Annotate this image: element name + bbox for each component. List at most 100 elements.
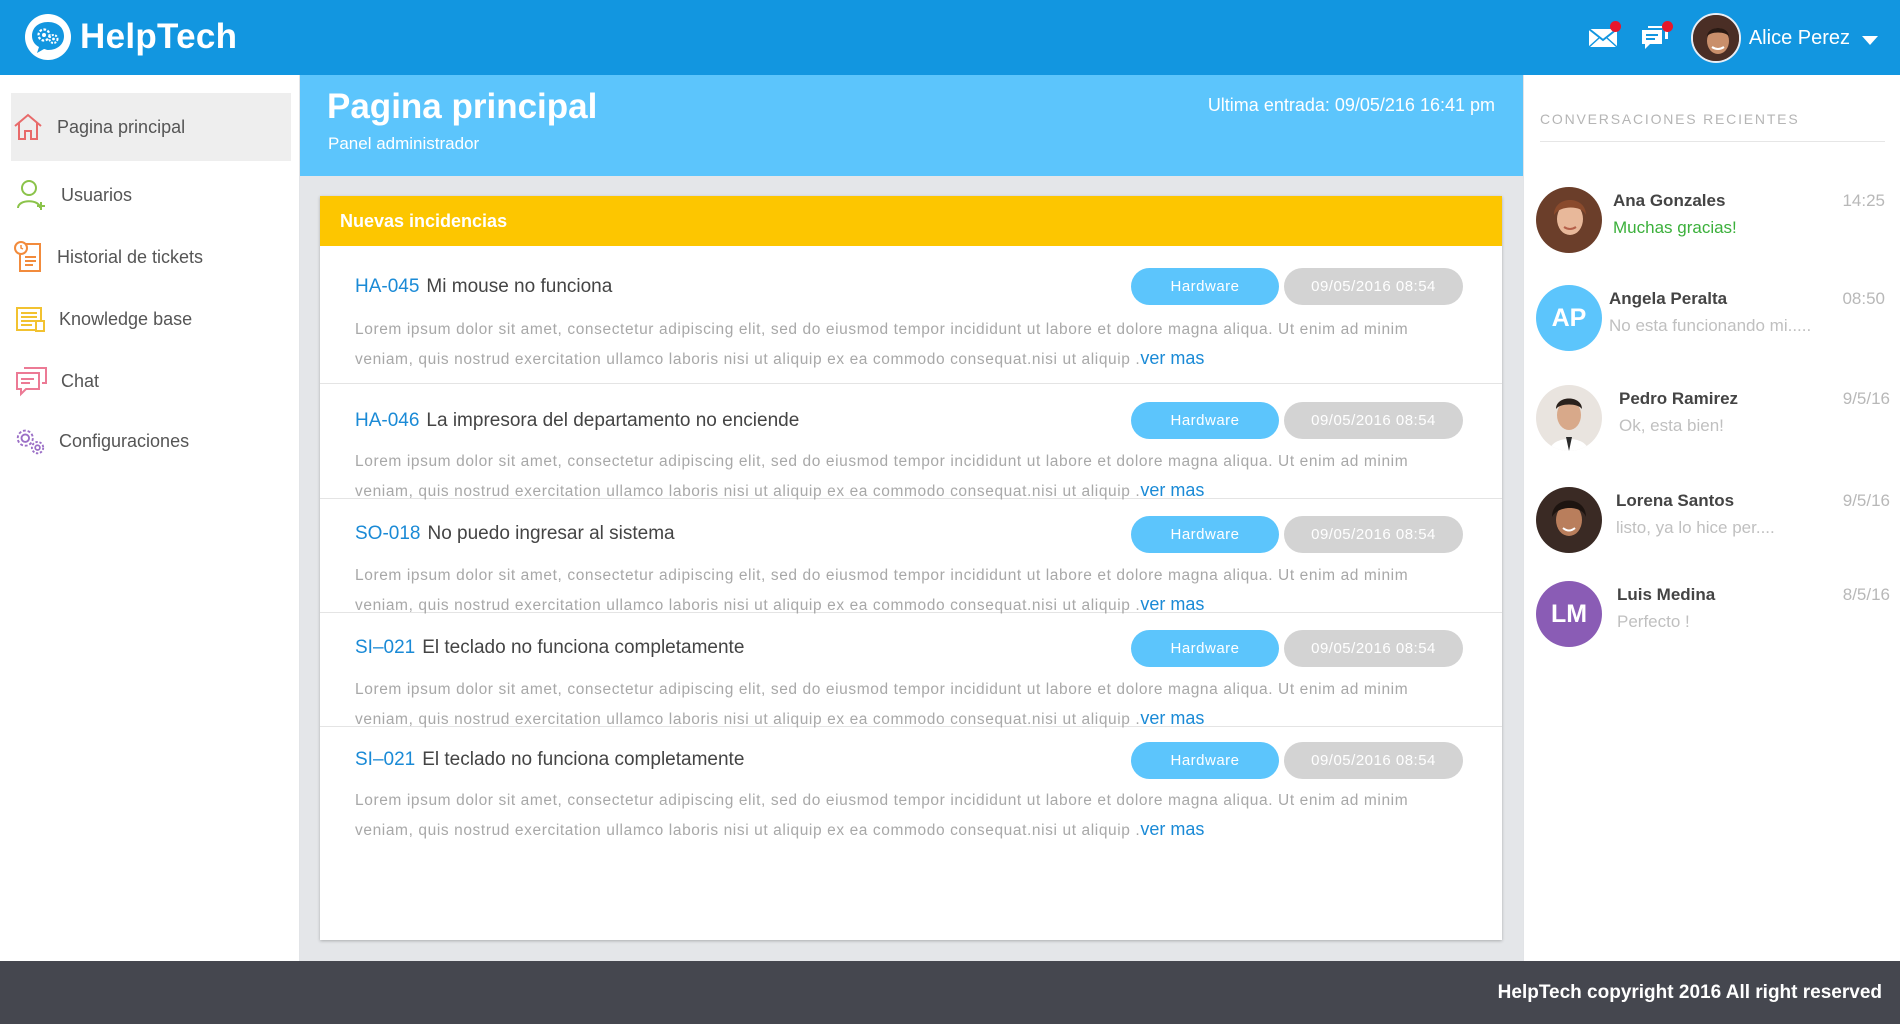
date-badge: 09/05/2016 08:54 (1284, 516, 1463, 553)
chevron-down-icon[interactable] (1862, 35, 1878, 45)
ticket-description: Lorem ipsum dolor sit amet, consectetur … (355, 316, 1463, 374)
ticket-title: SI–021 El teclado no funciona completamen… (355, 637, 744, 659)
date-badge: 09/05/2016 08:54 (1284, 742, 1463, 779)
recent-conversations-panel: CONVERSACIONES RECIENTES Ana Gonzales Mu… (1523, 75, 1900, 961)
mail-icon[interactable] (1585, 20, 1621, 56)
conversation-message: Ok, esta bien! (1619, 416, 1724, 435)
ticket-tags: Hardware 09/05/2016 08:54 (1131, 630, 1463, 667)
sidebar-item-label: Historial de tickets (57, 246, 204, 267)
ticket-description: Lorem ipsum dolor sit amet, consectetur … (355, 787, 1463, 845)
ticket-name: El teclado no funciona completamente (422, 637, 745, 658)
ticket-description-text: Lorem ipsum dolor sit amet, consectetur … (355, 453, 1409, 500)
ticket-tags: Hardware 09/05/2016 08:54 (1131, 402, 1463, 439)
conversation-message: Perfecto ! (1617, 612, 1690, 631)
conversation-name: Luis Medina (1617, 585, 1716, 604)
ver-mas-link[interactable]: ver mas (1140, 594, 1204, 614)
sidebar-item-chat[interactable]: Chat (11, 347, 291, 415)
ticket-title: HA-046 La impresora del departamento no e… (355, 410, 799, 432)
category-badge: Hardware (1131, 516, 1279, 553)
sidebar-item-label: Usuarios (61, 184, 133, 205)
ver-mas-link[interactable]: ver mas (1140, 708, 1204, 728)
ticket-description: Lorem ipsum dolor sit amet, consectetur … (355, 676, 1463, 734)
category-badge: Hardware (1131, 742, 1279, 779)
ticket-row[interactable]: HA-046 La impresora del departamento no e… (320, 384, 1502, 500)
sidebar-item-settings[interactable]: Configuraciones (11, 407, 291, 475)
ticket-name: El teclado no funciona completamente (422, 749, 745, 770)
chat-notification-dot (1661, 21, 1673, 32)
ticket-code[interactable]: HA-045 (355, 276, 419, 297)
page-subtitle: Panel administrador (328, 134, 480, 153)
ticket-tags: Hardware 09/05/2016 08:54 (1131, 742, 1463, 779)
ver-mas-link[interactable]: ver mas (1140, 348, 1204, 368)
ticket-row[interactable]: SO-018 No puedo ingresar al sistema Hardw… (320, 499, 1502, 614)
sidebar-item-home[interactable]: Pagina principal (11, 93, 291, 161)
conversation-time: 9/5/16 (1842, 491, 1890, 510)
avatar (1536, 385, 1602, 451)
ticket-row[interactable]: SI–021 El teclado no funciona completamen… (320, 727, 1502, 842)
ticket-description-text: Lorem ipsum dolor sit amet, consectetur … (355, 681, 1409, 728)
app-name: HelpTech (80, 17, 238, 56)
add-user-icon (15, 178, 49, 212)
date-badge: 09/05/2016 08:54 (1284, 402, 1463, 439)
ticket-title: SO-018 No puedo ingresar al sistema (355, 523, 675, 545)
date-badge: 09/05/2016 08:54 (1284, 268, 1463, 305)
category-badge: Hardware (1131, 630, 1279, 667)
avatar: AP (1536, 285, 1602, 351)
sidebar-item-label: Chat (61, 370, 100, 391)
sidebar-item-users[interactable]: Usuarios (11, 161, 291, 229)
ticket-name: Mi mouse no funciona (426, 276, 613, 297)
sidebar-item-knowledge-base[interactable]: Knowledge base (11, 285, 291, 353)
ver-mas-link[interactable]: ver mas (1140, 480, 1204, 500)
ticket-title: SI–021 El teclado no funciona completamen… (355, 749, 744, 771)
conversation-time: 08:50 (1842, 289, 1885, 308)
conversation-name: Angela Peralta (1609, 289, 1728, 308)
ticket-description: Lorem ipsum dolor sit amet, consectetur … (355, 562, 1463, 620)
user-avatar[interactable] (1690, 13, 1741, 63)
conversation-item[interactable]: AP Angela Peralta No esta funcionando mi… (1536, 277, 1890, 357)
conversation-item[interactable]: Lorena Santos listo, ya lo hice per.... … (1536, 479, 1890, 559)
avatar (1536, 487, 1602, 553)
conversation-name: Pedro Ramirez (1619, 389, 1739, 408)
chat-notification-icon[interactable] (1637, 20, 1673, 56)
panel-title: Nuevas incidencias (340, 210, 508, 231)
last-login: Ultima entrada: 09/05/216 16:41 pm (1207, 95, 1495, 115)
conversation-time: 8/5/16 (1842, 585, 1890, 604)
avatar: LM (1536, 581, 1602, 647)
app-logo[interactable]: HelpTech (25, 14, 237, 60)
ticket-name: No puedo ingresar al sistema (427, 523, 675, 544)
footer: HelpTech copyright 2016 All right reserv… (0, 961, 1900, 1024)
ticket-row[interactable]: HA-045 Mi mouse no funciona Hardware 09/0… (320, 246, 1502, 384)
ticket-description: Lorem ipsum dolor sit amet, consectetur … (355, 448, 1463, 506)
conversations-title: CONVERSACIONES RECIENTES (1540, 111, 1885, 142)
top-bar: HelpTech Alice Perez (0, 0, 1900, 75)
ticket-row[interactable]: SI–021 El teclado no funciona completamen… (320, 613, 1502, 728)
sidebar-item-ticket-history[interactable]: Historial de tickets (11, 223, 291, 291)
category-badge: Hardware (1131, 268, 1279, 305)
conversation-item[interactable]: Ana Gonzales Muchas gracias! 14:25 (1536, 179, 1890, 259)
mail-notification-dot (1609, 21, 1621, 32)
conversation-item[interactable]: LM Luis Medina Perfecto ! 8/5/16 (1536, 573, 1890, 653)
page-title: Pagina principal (327, 87, 598, 126)
panel-header: Nuevas incidencias (320, 196, 1502, 246)
ticket-code[interactable]: SI–021 (355, 749, 415, 770)
helptech-logo-icon (25, 14, 71, 60)
sidebar-item-label: Pagina principal (57, 116, 186, 137)
ver-mas-link[interactable]: ver mas (1140, 819, 1204, 839)
ticket-code[interactable]: SI–021 (355, 637, 415, 658)
ticket-list: HA-045 Mi mouse no funciona Hardware 09/0… (320, 246, 1502, 842)
gears-icon (13, 424, 47, 458)
ticket-code[interactable]: HA-046 (355, 410, 419, 431)
sidebar: Pagina principal Usuarios Historial de t… (0, 75, 300, 961)
user-name[interactable]: Alice Perez (1749, 27, 1850, 50)
home-icon (11, 110, 45, 144)
ticket-code[interactable]: SO-018 (355, 523, 420, 544)
chat-icon (15, 364, 49, 398)
conversation-item[interactable]: Pedro Ramirez Ok, esta bien! 9/5/16 (1536, 377, 1890, 457)
category-badge: Hardware (1131, 402, 1279, 439)
conversation-name: Ana Gonzales (1613, 191, 1726, 210)
knowledge-base-icon (13, 302, 47, 336)
sidebar-item-label: Knowledge base (59, 308, 193, 329)
top-bar-actions: Alice Perez (1585, 10, 1878, 66)
date-badge: 09/05/2016 08:54 (1284, 630, 1463, 667)
ticket-description-text: Lorem ipsum dolor sit amet, consectetur … (355, 321, 1409, 368)
